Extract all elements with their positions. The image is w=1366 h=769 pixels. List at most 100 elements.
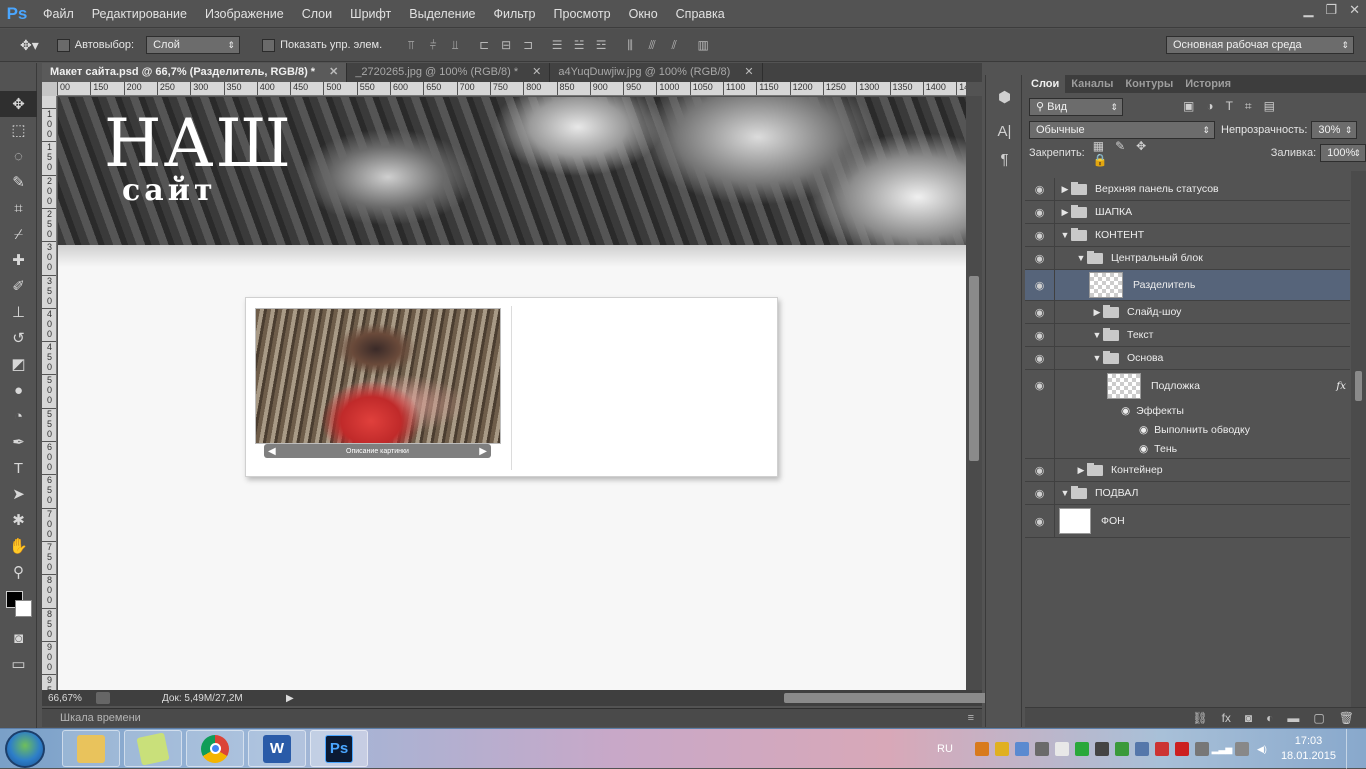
zoom-tool-icon[interactable]: ⚲ xyxy=(0,559,37,585)
layer-group-text[interactable]: ◉ ▼ Текст xyxy=(1025,324,1350,347)
status-info-icon[interactable] xyxy=(96,692,110,704)
distribute-bottom-icon[interactable]: ☲ xyxy=(593,38,609,52)
tab-close-icon[interactable]: ✕ xyxy=(532,66,541,78)
menu-help[interactable]: Справка xyxy=(667,0,734,28)
shape-tool-icon[interactable]: ✱ xyxy=(0,507,37,533)
ruler-corner[interactable] xyxy=(42,82,57,96)
expand-arrow-icon[interactable]: ▶ xyxy=(1059,207,1071,218)
tray-app-icon[interactable] xyxy=(1034,742,1049,756)
marquee-tool-icon[interactable]: ⬚ xyxy=(0,117,37,143)
effects-row[interactable]: ◉ Эффекты xyxy=(1025,401,1350,420)
link-layers-icon[interactable]: ⛓ xyxy=(1192,711,1207,725)
tray-app-icon[interactable] xyxy=(994,742,1009,756)
restore-icon[interactable]: ❐ xyxy=(1325,2,1337,18)
menu-edit[interactable]: Редактирование xyxy=(83,0,196,28)
timeline-panel-header[interactable]: Шкала времени ≡ xyxy=(42,708,982,727)
tab-maket[interactable]: Макет сайта.psd @ 66,7% (Разделитель, RG… xyxy=(42,63,348,82)
layer-group-slideshow[interactable]: ◉ ▶ Слайд-шоу xyxy=(1025,301,1350,324)
layer-divider[interactable]: ◉ Разделитель xyxy=(1025,270,1350,301)
brush-tool-icon[interactable]: ✐ xyxy=(0,273,37,299)
align-bottom-icon[interactable]: ⫫ xyxy=(447,38,463,52)
workspace-dropdown[interactable]: Основная рабочая среда xyxy=(1166,36,1354,54)
background-color-swatch[interactable] xyxy=(15,600,32,617)
tab-paths[interactable]: Контуры xyxy=(1119,75,1179,93)
auto-align-icon[interactable]: ▥ xyxy=(695,38,711,52)
fx-icon[interactable]: fx xyxy=(1336,380,1346,392)
delete-layer-icon[interactable]: 🗑 xyxy=(1339,711,1354,725)
layer-group-base[interactable]: ◉ ▼ Основа xyxy=(1025,347,1350,370)
visibility-eye-icon[interactable]: ◉ xyxy=(1025,324,1055,346)
volume-icon[interactable]: ◀) xyxy=(1255,742,1269,756)
vertical-scrollbar[interactable] xyxy=(966,96,982,690)
effect-stroke-row[interactable]: ◉ Выполнить обводку xyxy=(1025,420,1350,439)
taskbar-explorer[interactable] xyxy=(62,730,120,767)
tab-2720265[interactable]: _2720265.jpg @ 100% (RGB/8) * ✕ xyxy=(347,63,551,82)
distribute-left-icon[interactable]: ⫼ xyxy=(622,38,638,52)
align-vcenter-icon[interactable]: ⫩ xyxy=(425,38,441,52)
crop-tool-icon[interactable]: ⌗ xyxy=(0,195,37,221)
expand-arrow-icon[interactable]: ▶ xyxy=(1059,184,1071,195)
menu-filter[interactable]: Фильтр xyxy=(485,0,545,28)
effects-eye-icon[interactable]: ◉ xyxy=(1121,405,1130,417)
menu-view[interactable]: Просмотр xyxy=(545,0,620,28)
align-left-icon[interactable]: ⊏ xyxy=(476,38,492,52)
visibility-eye-icon[interactable]: ◉ xyxy=(1025,178,1055,200)
distribute-top-icon[interactable]: ☰ xyxy=(549,38,565,52)
autoselect-checkbox[interactable] xyxy=(56,38,70,52)
shadow-eye-icon[interactable]: ◉ xyxy=(1139,443,1148,455)
screen-mode-icon[interactable]: ▭ xyxy=(0,651,37,677)
taskbar-photoshop[interactable]: Ps xyxy=(310,730,368,767)
tab-channels[interactable]: Каналы xyxy=(1065,75,1119,93)
menu-image[interactable]: Изображение xyxy=(196,0,293,28)
hand-tool-icon[interactable]: ✋ xyxy=(0,533,37,559)
tray-app-icon[interactable] xyxy=(1014,742,1029,756)
pen-tool-icon[interactable]: ✒ xyxy=(0,429,37,455)
layer-filter-dropdown[interactable]: ⚲ Вид xyxy=(1029,97,1123,116)
taskbar-word[interactable]: W xyxy=(248,730,306,767)
layer-group-status-bar[interactable]: ◉ ▶ Верхняя панель статусов xyxy=(1025,178,1350,201)
tray-app-icon[interactable] xyxy=(1054,742,1069,756)
visibility-eye-icon[interactable]: ◉ xyxy=(1025,201,1055,223)
stroke-eye-icon[interactable]: ◉ xyxy=(1139,424,1148,436)
taskbar-sticky-notes[interactable] xyxy=(124,730,182,767)
eraser-tool-icon[interactable]: ◩ xyxy=(0,351,37,377)
close-icon[interactable]: ✕ xyxy=(1349,2,1360,18)
layer-group-content[interactable]: ◉ ▼ КОНТЕНТ xyxy=(1025,224,1350,247)
layer-background[interactable]: ◉ ФОН xyxy=(1025,505,1350,538)
character-icon[interactable]: A| xyxy=(986,117,1023,145)
align-right-icon[interactable]: ⊐ xyxy=(520,38,536,52)
distribute-right-icon[interactable]: ⫽ xyxy=(666,38,682,52)
effect-shadow-row[interactable]: ◉ Тень xyxy=(1025,439,1350,459)
clock[interactable]: 17:03 18.01.2015 xyxy=(1275,734,1336,764)
menu-select[interactable]: Выделение xyxy=(400,0,484,28)
collapse-arrow-icon[interactable]: ▼ xyxy=(1075,253,1087,263)
opacity-field[interactable]: 30% xyxy=(1311,120,1358,139)
layers-scroll-thumb[interactable] xyxy=(1355,371,1362,401)
type-tool-icon[interactable]: T xyxy=(0,455,37,481)
collapse-arrow-icon[interactable]: ▼ xyxy=(1091,330,1103,340)
zoom-level[interactable]: 66,67% xyxy=(48,693,92,704)
visibility-eye-icon[interactable]: ◉ xyxy=(1025,370,1055,401)
tab-a4yuq[interactable]: a4YuqDuwjiw.jpg @ 100% (RGB/8) ✕ xyxy=(550,63,763,82)
tab-layers[interactable]: Слои xyxy=(1025,75,1066,93)
dodge-tool-icon[interactable]: ◔ xyxy=(0,403,37,429)
align-hcenter-icon[interactable]: ⊟ xyxy=(498,38,514,52)
show-controls-checkbox[interactable] xyxy=(262,38,276,52)
filter-kind-icons[interactable]: ▣◑T⌗▤ xyxy=(1183,99,1287,114)
add-style-icon[interactable]: fx xyxy=(1222,711,1231,725)
tray-app-icon[interactable] xyxy=(1114,742,1129,756)
new-group-icon[interactable]: ▬ xyxy=(1287,711,1299,725)
visibility-eye-icon[interactable]: ◉ xyxy=(1025,505,1055,537)
tab-close-icon[interactable]: ✕ xyxy=(744,66,753,78)
tray-app-icon[interactable] xyxy=(1134,742,1149,756)
lock-icons[interactable]: ▦✎✥🔒 xyxy=(1093,139,1183,167)
quick-select-tool-icon[interactable]: ✎ xyxy=(0,169,37,195)
path-select-tool-icon[interactable]: ➤ xyxy=(0,481,37,507)
minimize-icon[interactable]: ▁ xyxy=(1303,2,1313,18)
menu-layers[interactable]: Слои xyxy=(293,0,341,28)
visibility-eye-icon[interactable]: ◉ xyxy=(1025,247,1055,269)
tab-close-icon[interactable]: ✕ xyxy=(329,66,338,78)
move-tool-preset-icon[interactable]: ✥▾ xyxy=(20,37,39,54)
arrow-right-icon[interactable]: ▶ xyxy=(479,446,487,457)
tray-app-icon[interactable] xyxy=(1094,742,1109,756)
